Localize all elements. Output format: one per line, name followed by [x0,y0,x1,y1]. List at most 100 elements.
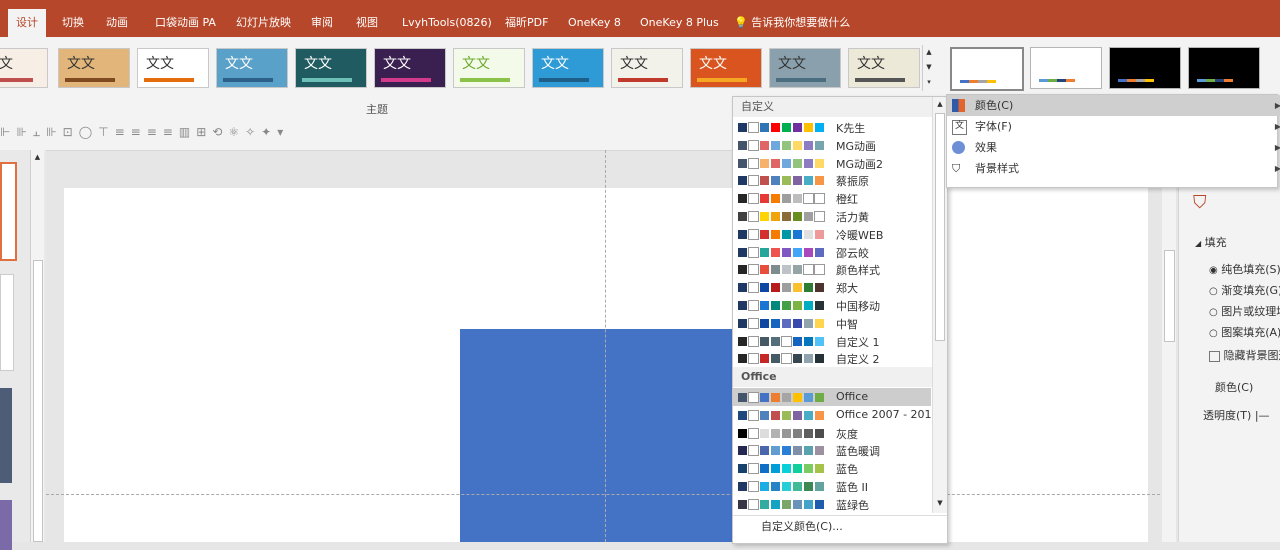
variant-thumb[interactable] [1030,47,1102,89]
custom-color-scheme-item[interactable]: 中智 [733,314,931,332]
columns-icon[interactable]: ▥ [179,125,196,139]
office-color-scheme-item[interactable]: 蓝色 [733,459,931,477]
custom-color-scheme-item[interactable]: 颜色样式 [733,260,931,278]
slide-thumb[interactable] [0,274,14,371]
gallery-more-icon[interactable]: ▾ [923,75,935,90]
menu-item-background-styles[interactable]: ⛉背景样式▶ [947,158,1280,179]
checkbox-icon[interactable] [1209,351,1220,362]
hide-background-checkbox[interactable]: 隐藏背景图形 [1209,347,1280,363]
custom-color-scheme-item[interactable]: 自定义 2 [733,349,931,367]
custom-color-scheme-item[interactable]: 蔡振原 [733,171,931,189]
paint-bucket-icon[interactable]: ⛉ [1193,192,1207,213]
lock-icon[interactable]: ⊡ [63,125,79,139]
menu-item-effects[interactable]: 效果▶ [947,137,1280,158]
office-color-scheme-item[interactable]: Office 2007 - 2010 [733,406,931,424]
custom-color-scheme-item[interactable]: 自定义 1 [733,332,931,350]
theme-thumb[interactable]: 文文 [58,48,130,88]
custom-color-scheme-item[interactable]: 橙红 [733,189,931,207]
office-color-scheme-item[interactable]: Office [733,388,931,406]
scroll-down-icon[interactable]: ▼ [933,499,947,507]
justify-icon[interactable]: ≡ [163,125,179,139]
menu-item-fonts[interactable]: 文字体(F)▶ [947,116,1280,137]
wand-icon[interactable]: ✧ [245,125,261,139]
variant-thumb[interactable] [1188,47,1260,89]
tell-me-box[interactable]: 💡 告诉我你想要做什么 [734,8,850,37]
arrange-icon[interactable]: ⊞ [196,125,212,139]
office-color-scheme-item[interactable]: 灰度 [733,424,931,442]
align-center-icon[interactable]: ≡ [131,125,147,139]
scroll-thumb[interactable] [33,260,43,542]
align-middle-icon[interactable]: ⊪ [46,125,62,139]
custom-color-scheme-item[interactable]: 邵云皎 [733,243,931,261]
fill-section-header[interactable]: ◢ 填充 [1195,234,1227,250]
scroll-up-icon[interactable]: ▲ [923,45,935,60]
theme-thumb[interactable]: 文文 [611,48,683,88]
dropdown-scrollbar[interactable]: ▲ ▼ [932,97,947,513]
custom-color-scheme-item[interactable]: K先生 [733,118,931,136]
align-right-icon[interactable]: ≡ [147,125,163,139]
menu-item-colors[interactable]: 颜色(C)▶ [947,95,1280,116]
effects-icon[interactable]: ⚛ [228,125,245,139]
tab-slideshow[interactable]: 幻灯片放映 [236,8,291,37]
radio-icon[interactable]: ○ [1209,286,1218,297]
rotate-icon[interactable]: ⟲ [212,125,228,139]
pattern-fill-option[interactable]: ○ 图案填充(A) [1209,324,1280,340]
scroll-up-icon[interactable]: ▲ [31,153,44,161]
tab-view[interactable]: 视图 [356,8,378,37]
scroll-down-icon[interactable]: ▼ [923,60,935,75]
slide-thumb-selected[interactable] [0,162,17,261]
canvas-scrollbar[interactable] [1162,150,1176,542]
scroll-thumb[interactable] [935,113,945,341]
align-bottom-icon[interactable]: ⫠ [33,125,46,139]
custom-color-scheme-item[interactable]: MG动画 [733,136,931,154]
horizontal-guide[interactable] [46,494,1160,495]
variant-thumb[interactable] [1109,47,1181,89]
radio-selected-icon[interactable]: ◉ [1209,265,1218,276]
thumbs-scrollbar[interactable]: ▲ [30,150,44,542]
slider-track-icon[interactable]: |— [1255,409,1270,422]
office-color-scheme-item[interactable]: 蓝色 II [733,477,931,495]
theme-thumb[interactable]: 文文 [374,48,446,88]
theme-thumb[interactable]: 文文 [295,48,367,88]
custom-color-scheme-item[interactable]: MG动画2 [733,154,931,172]
office-color-scheme-item[interactable]: 蓝色暖调 [733,441,931,459]
theme-thumb[interactable]: 文文 [769,48,841,88]
variant-thumb[interactable] [950,47,1024,91]
tab-review[interactable]: 审阅 [311,8,333,37]
more-icon[interactable]: ▾ [277,125,289,139]
tab-onekey8-plus[interactable]: OneKey 8 Plus [640,8,719,37]
theme-thumb[interactable]: 文文 [690,48,762,88]
slide-canvas[interactable] [64,188,1148,542]
tab-animations[interactable]: 动画 [106,8,128,37]
theme-thumb[interactable]: 文文 [848,48,920,88]
gradient-fill-option[interactable]: ○ 渐变填充(G) [1209,282,1280,298]
shape-icon[interactable]: ◯ [79,125,98,139]
theme-gallery-scroll[interactable]: ▲ ▼ ▾ [922,45,935,91]
tab-design[interactable]: 设计 [8,9,46,37]
tab-lvyhtools[interactable]: LvyhTools(0826) [402,8,492,37]
scroll-thumb[interactable] [1164,250,1175,342]
vertical-guide[interactable] [605,150,606,542]
radio-icon[interactable]: ○ [1209,328,1218,339]
theme-thumb[interactable]: 文文 [137,48,209,88]
slide-thumb[interactable] [0,388,12,483]
radio-icon[interactable]: ○ [1209,307,1218,318]
distribute-icon[interactable]: ⊪ [16,125,32,139]
star-icon[interactable]: ✦ [261,125,277,139]
theme-thumb[interactable]: 文文 [453,48,525,88]
text-box-icon[interactable]: ⊤ [98,125,114,139]
custom-color-scheme-item[interactable]: 冷暖WEB [733,225,931,243]
custom-color-scheme-item[interactable]: 郑大 [733,278,931,296]
scroll-up-icon[interactable]: ▲ [933,97,947,111]
solid-fill-option[interactable]: ◉ 纯色填充(S) [1209,261,1280,277]
align-icon[interactable]: ⊩ [0,125,16,139]
theme-thumb[interactable]: 文文 [216,48,288,88]
picture-fill-option[interactable]: ○ 图片或纹理填 [1209,303,1280,319]
align-left-icon[interactable]: ≡ [115,125,131,139]
custom-color-scheme-item[interactable]: 中国移动 [733,296,931,314]
tab-pocket-animation[interactable]: 口袋动画 PA [155,8,216,37]
office-color-scheme-item[interactable]: 蓝绿色 [733,495,931,513]
theme-thumb[interactable]: 文文 [0,48,48,88]
tab-foxit-pdf[interactable]: 福昕PDF [505,8,548,37]
customize-colors-item[interactable]: 自定义颜色(C)... [761,518,843,534]
